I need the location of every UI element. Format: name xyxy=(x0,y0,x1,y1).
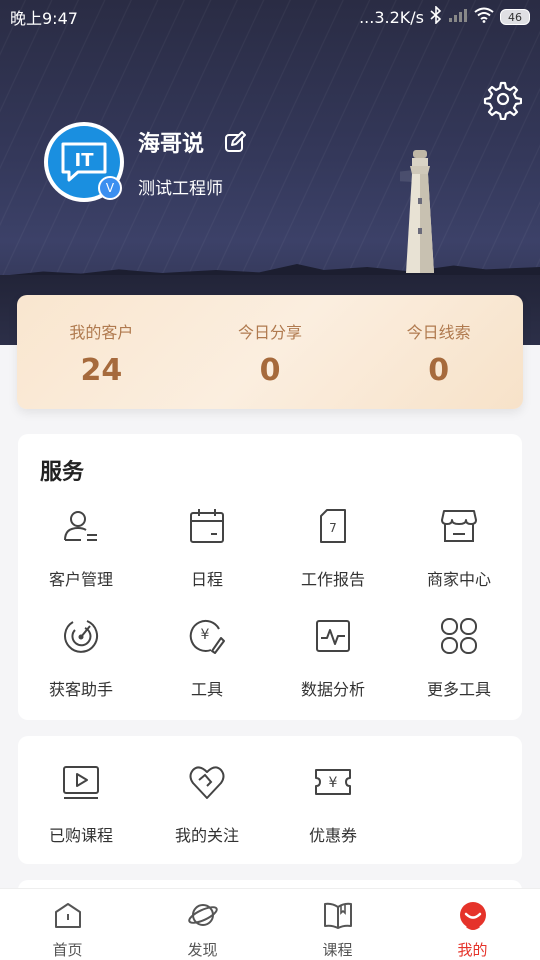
purchased-courses[interactable]: 已购课程 xyxy=(18,762,144,872)
book-icon xyxy=(323,902,352,929)
stat-value: 0 xyxy=(259,353,281,388)
tab-profile[interactable]: 我的 xyxy=(405,889,540,960)
my-content-row: 已购课程 我的关注 ¥ 优惠券 xyxy=(18,762,396,872)
service-label: 工具 xyxy=(190,680,223,699)
edit-icon xyxy=(225,131,246,152)
tool-icon-text: ¥ xyxy=(201,627,210,643)
tab-label: 我的 xyxy=(457,941,488,959)
coupon-icon: ¥ xyxy=(315,769,351,795)
service-label: 日程 xyxy=(190,570,223,589)
radar-icon xyxy=(64,620,99,653)
user-title: 测试工程师 xyxy=(138,179,223,199)
stats-card: 我的客户 24 今日分享 0 今日线索 0 xyxy=(17,295,523,409)
tab-label: 发现 xyxy=(187,941,218,959)
stat-value: 0 xyxy=(428,353,450,388)
status-bar: 晚上9:47 ...3.2K/s 46 xyxy=(0,0,540,34)
service-work-report[interactable]: 7 工作报告 xyxy=(270,506,396,616)
stat-label: 我的客户 xyxy=(69,323,134,342)
tab-courses[interactable]: 课程 xyxy=(270,889,405,960)
stat-label: 今日线索 xyxy=(406,323,471,342)
service-label: 工作报告 xyxy=(300,570,365,589)
status-icons: ...3.2K/s 46 xyxy=(359,5,530,28)
calendar-icon xyxy=(190,509,224,543)
user-name: 海哥说 xyxy=(138,132,205,157)
coupons[interactable]: ¥ 优惠券 xyxy=(270,762,396,872)
network-speed: ...3.2K/s xyxy=(359,7,424,27)
status-time: 晚上9:47 xyxy=(10,9,78,28)
tab-label: 首页 xyxy=(52,941,83,959)
home-icon xyxy=(54,903,81,928)
service-label: 更多工具 xyxy=(426,680,491,699)
service-lead-assistant[interactable]: 获客助手 xyxy=(18,616,144,726)
signal-icon xyxy=(448,7,468,27)
store-icon xyxy=(441,510,477,542)
tool-icon: ¥ xyxy=(189,619,225,654)
report-icon-text: 7 xyxy=(329,521,337,535)
bottom-tab-bar: 首页 发现 课程 我的 xyxy=(0,888,540,960)
heart-icon xyxy=(189,766,225,799)
stat-leads[interactable]: 今日线索 0 xyxy=(354,295,523,409)
tab-label: 课程 xyxy=(322,941,353,959)
service-data-analysis[interactable]: 数据分析 xyxy=(270,616,396,726)
chart-icon xyxy=(316,620,350,652)
service-tools[interactable]: ¥ 工具 xyxy=(144,616,270,726)
service-label: 获客助手 xyxy=(48,680,113,699)
service-schedule[interactable]: 日程 xyxy=(144,506,270,616)
gear-icon xyxy=(483,81,523,121)
planet-icon xyxy=(187,904,218,926)
bluetooth-icon xyxy=(430,5,442,28)
battery-indicator: 46 xyxy=(500,9,530,25)
coupon-icon-text: ¥ xyxy=(329,775,338,791)
services-card: 服务 客户管理 日程 7 工作报告 商家中心 获客助手 ¥ 工具 数据分析 更多… xyxy=(18,434,522,720)
my-content-label: 我的关注 xyxy=(174,826,239,845)
more-icon xyxy=(441,618,477,654)
customer-icon xyxy=(64,511,97,541)
wifi-icon xyxy=(474,7,494,27)
my-follows[interactable]: 我的关注 xyxy=(144,762,270,872)
my-content-card: 已购课程 我的关注 ¥ 优惠券 xyxy=(18,736,522,864)
profile-icon xyxy=(459,902,486,930)
service-label: 商家中心 xyxy=(426,570,491,589)
settings-button[interactable] xyxy=(480,78,523,121)
service-more-tools[interactable]: 更多工具 xyxy=(396,616,522,726)
services-grid: 客户管理 日程 7 工作报告 商家中心 获客助手 ¥ 工具 数据分析 更多工具 xyxy=(18,506,522,726)
stat-label: 今日分享 xyxy=(238,323,303,342)
edit-profile-button[interactable] xyxy=(224,131,246,153)
video-icon xyxy=(63,766,99,799)
report-icon: 7 xyxy=(320,509,346,543)
tab-home[interactable]: 首页 xyxy=(0,889,135,960)
verified-badge: V xyxy=(98,176,122,200)
tab-discover[interactable]: 发现 xyxy=(135,889,270,960)
my-content-label: 优惠券 xyxy=(308,826,357,845)
stat-shares[interactable]: 今日分享 0 xyxy=(186,295,355,409)
service-label: 数据分析 xyxy=(300,680,365,699)
services-heading: 服务 xyxy=(40,460,85,485)
stat-customers[interactable]: 我的客户 24 xyxy=(17,295,186,409)
avatar-text: IT xyxy=(75,150,95,171)
my-content-label: 已购课程 xyxy=(48,826,113,845)
service-label: 客户管理 xyxy=(48,570,113,589)
lighthouse-illustration xyxy=(400,150,434,273)
service-customer-management[interactable]: 客户管理 xyxy=(18,506,144,616)
stat-value: 24 xyxy=(80,353,123,388)
service-merchant-center[interactable]: 商家中心 xyxy=(396,506,522,616)
